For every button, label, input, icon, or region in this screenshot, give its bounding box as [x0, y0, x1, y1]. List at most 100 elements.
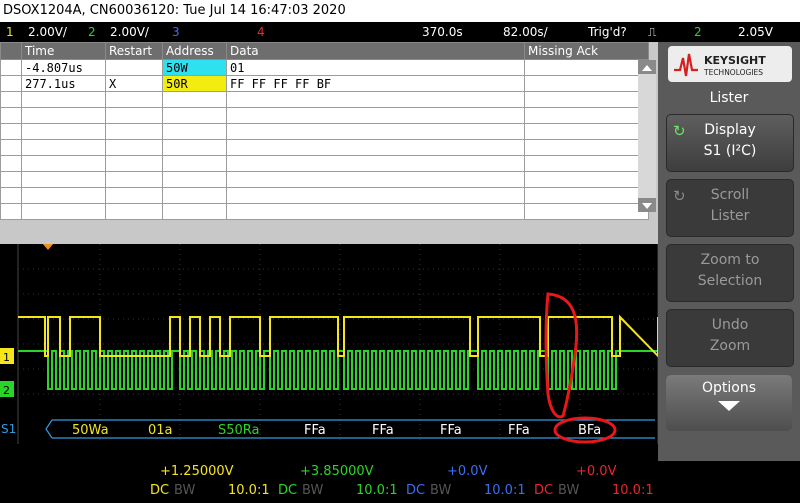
cell-restart	[105, 203, 163, 220]
col-restart-header[interactable]: Restart	[105, 42, 163, 60]
options-softkey[interactable]: Options	[666, 375, 792, 431]
col-missing-ack-header[interactable]: Missing Ack	[524, 42, 649, 60]
cell-missing-ack	[524, 123, 649, 140]
undo-zoom-softkey[interactable]: Undo Zoom	[666, 309, 794, 367]
table-row[interactable]	[0, 203, 649, 220]
cell-time: -4.807us	[21, 59, 106, 76]
table-row[interactable]	[0, 107, 649, 124]
cell-restart	[105, 91, 163, 108]
ch4-bw: BW	[558, 483, 580, 498]
table-row[interactable]	[0, 187, 649, 204]
row-marker	[0, 187, 22, 204]
scroll-label-2: Lister	[710, 208, 750, 224]
scroll-label: Scroll	[710, 187, 750, 203]
decode-bus-label: S1	[1, 422, 16, 436]
row-marker-header	[0, 42, 22, 60]
ch1-number[interactable]: 1	[6, 22, 14, 42]
arrow-down-icon	[718, 401, 740, 411]
channel-status-bar: 1 2.00V/ 2 2.00V/ 3 4 370.0s 82.00s/ Tri…	[0, 22, 800, 42]
cell-time	[21, 171, 106, 188]
undo-label: Undo	[711, 317, 749, 333]
cell-restart: X	[105, 75, 163, 92]
cell-address	[162, 171, 227, 188]
zoom-to-selection-softkey[interactable]: Zoom to Selection	[666, 244, 794, 302]
scroll-lister-softkey[interactable]: ↻ Scroll Lister	[666, 179, 794, 237]
trigger-level: 2.05V	[738, 25, 773, 39]
table-row[interactable]	[0, 123, 649, 140]
col-time-header[interactable]: Time	[21, 42, 106, 60]
scroll-down-icon[interactable]	[638, 198, 656, 212]
zoom-label: Zoom to	[700, 252, 760, 268]
ch4-coupling: DC	[534, 483, 554, 498]
cell-restart	[105, 107, 163, 124]
decode-packet-label: FFa	[304, 423, 326, 438]
display-softkey[interactable]: ↻ Display S1 (I²C)	[666, 114, 794, 172]
row-marker	[0, 123, 22, 140]
rotate-knob-icon: ↻	[673, 187, 686, 205]
cell-data	[226, 203, 525, 220]
ch1-probe: 10.0:1	[228, 483, 270, 498]
cell-data	[226, 91, 525, 108]
cell-missing-ack	[524, 91, 649, 108]
cell-data	[226, 107, 525, 124]
cell-address	[162, 107, 227, 124]
cell-data	[226, 187, 525, 204]
cell-missing-ack	[524, 139, 649, 156]
cell-time	[21, 91, 106, 108]
cell-data	[226, 139, 525, 156]
cell-time	[21, 123, 106, 140]
timebase-readout: 370.0s	[422, 25, 463, 39]
decode-packet-label: S50Ra	[218, 423, 260, 438]
rotate-knob-icon: ↻	[673, 122, 686, 140]
cell-time: 277.1us	[21, 75, 106, 92]
scroll-up-icon[interactable]	[638, 60, 656, 74]
lister-panel: Time Restart Address Data Missing Ack -4…	[0, 42, 658, 244]
trigger-channel: 2	[694, 25, 702, 39]
decode-packet-label: BFa	[578, 423, 601, 438]
cell-time	[21, 139, 106, 156]
title-bar: DSOX1204A, CN60036120: Tue Jul 14 16:47:…	[0, 0, 800, 22]
cell-restart	[105, 59, 163, 76]
cell-time	[21, 187, 106, 204]
waveform-area[interactable]: 1 2 S1 50Wa 01a S50Ra FFa FFa FFa FFa BFa	[0, 243, 659, 444]
table-row[interactable]	[0, 171, 649, 188]
lister-table: Time Restart Address Data Missing Ack -4…	[0, 42, 649, 220]
ch3-number[interactable]: 3	[172, 22, 180, 42]
svg-text:KEYSIGHT: KEYSIGHT	[704, 54, 766, 67]
row-marker	[0, 107, 22, 124]
table-row[interactable]: 277.1us X 50R FF FF FF FF BF	[0, 75, 649, 92]
table-row[interactable]	[0, 155, 649, 172]
row-marker	[0, 139, 22, 156]
cell-address	[162, 139, 227, 156]
decode-packet-label: FFa	[372, 423, 394, 438]
cell-address	[162, 203, 227, 220]
row-marker	[0, 203, 22, 220]
display-label: Display	[704, 122, 756, 138]
ch1-coupling: DC	[150, 483, 170, 498]
ch1-bw: BW	[174, 483, 196, 498]
decode-packet-label: FFa	[508, 423, 530, 438]
table-row[interactable]	[0, 91, 649, 108]
ch1-scale: 2.00V/	[28, 25, 67, 39]
zoom-label-2: Selection	[697, 273, 763, 289]
ch4-offset: +0.0V	[576, 464, 617, 479]
table-row[interactable]: -4.807us 50W 01	[0, 59, 649, 76]
ch2-offset: +3.85000V	[300, 464, 374, 479]
options-label: Options	[701, 380, 757, 396]
cell-address	[162, 123, 227, 140]
cell-missing-ack	[524, 155, 649, 172]
lister-scrollbar[interactable]	[638, 60, 656, 212]
col-address-header[interactable]: Address	[162, 42, 227, 60]
ch2-number[interactable]: 2	[88, 22, 96, 42]
table-row[interactable]	[0, 139, 649, 156]
trigger-edge-icon: ⎍	[648, 25, 657, 39]
cell-missing-ack	[524, 171, 649, 188]
decode-packet-label: FFa	[440, 423, 462, 438]
cell-missing-ack	[524, 107, 649, 124]
ch4-number[interactable]: 4	[257, 22, 265, 42]
waveform-svg: 1 2 S1 50Wa 01a S50Ra FFa FFa FFa FFa BFa	[0, 243, 659, 444]
cell-restart	[105, 123, 163, 140]
col-data-header[interactable]: Data	[226, 42, 525, 60]
cell-missing-ack	[524, 75, 649, 92]
menu-title: Lister	[709, 90, 749, 106]
